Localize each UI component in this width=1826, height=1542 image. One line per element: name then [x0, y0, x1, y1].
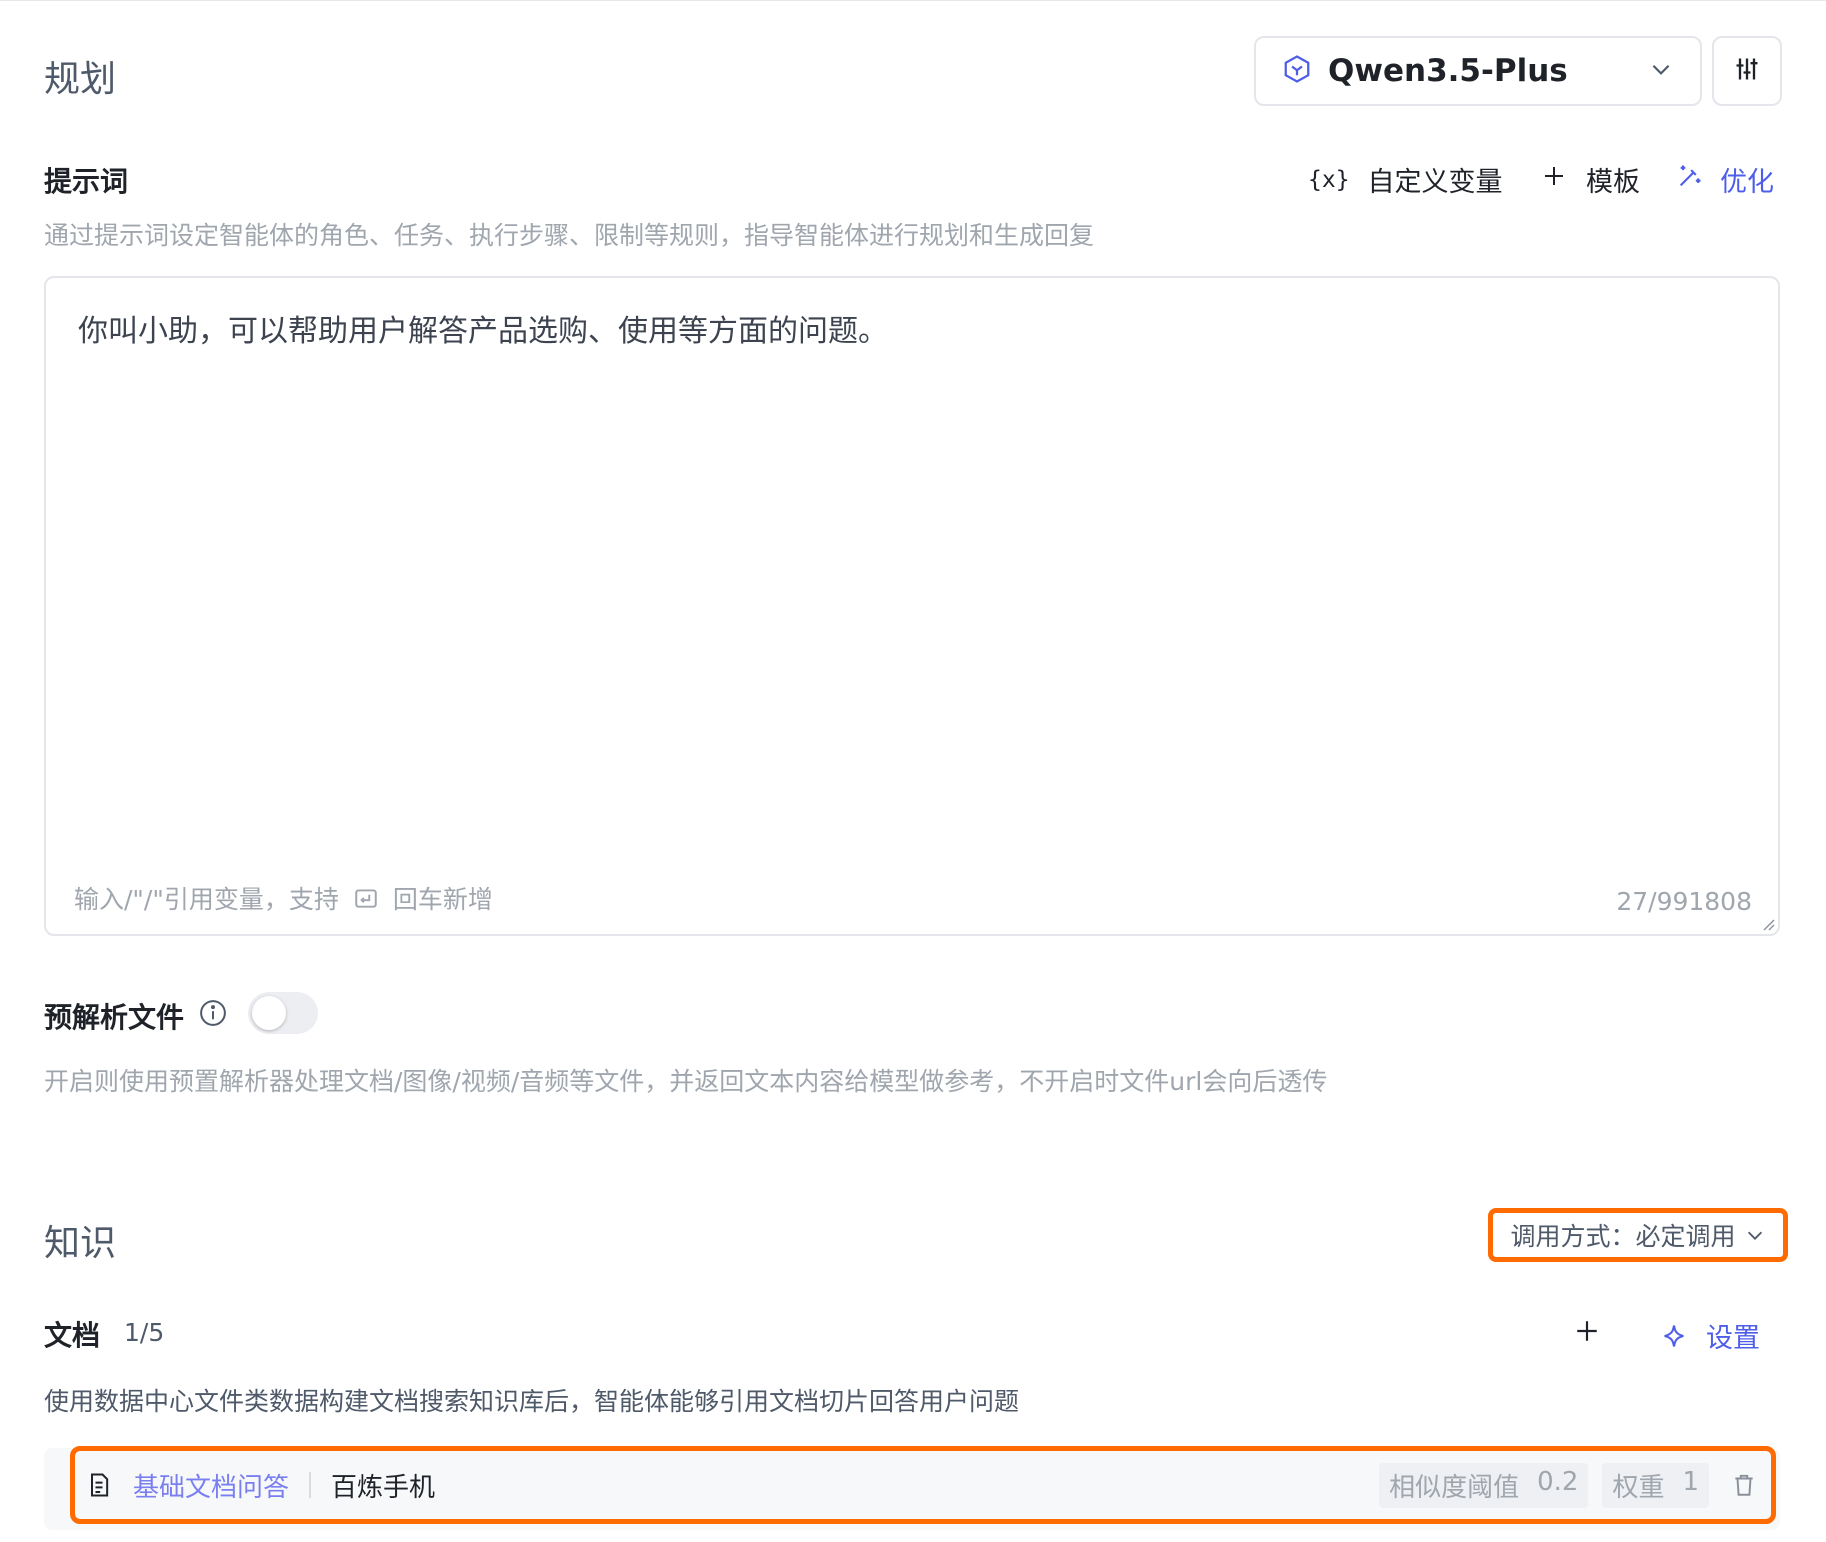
weight[interactable]: 权重 1 [1602, 1462, 1709, 1508]
docs-label: 文档 [44, 1319, 101, 1352]
document-icon [85, 1471, 113, 1499]
prompt-hint-suffix: 回车新增 [392, 885, 493, 914]
knowledge-title: 知识 [44, 1223, 117, 1264]
model-cube-icon [1282, 54, 1312, 88]
doc-type-link[interactable]: 基础文档问答 [133, 1467, 289, 1504]
docs-count: 1/5 [124, 1318, 165, 1347]
top-divider [0, 0, 1826, 1]
similarity-label: 相似度阈值 [1389, 1472, 1520, 1503]
chevron-down-icon [1648, 56, 1674, 86]
doc-name: 百炼手机 [331, 1472, 436, 1503]
prompt-textarea[interactable]: 你叫小助，可以帮助用户解答产品选购、使用等方面的问题。 输入/"/"引用变量，支… [44, 276, 1780, 936]
optimize-label: 优化 [1720, 167, 1774, 198]
model-select[interactable]: Qwen3.5-Plus [1254, 36, 1702, 106]
docs-settings-button[interactable]: 设置 [1660, 1316, 1760, 1355]
model-settings-button[interactable] [1712, 36, 1782, 106]
template-button[interactable]: 模板 [1542, 160, 1640, 199]
invoke-mode-select[interactable]: 调用方式：必定调用 [1488, 1208, 1788, 1262]
prompt-label: 提示词 [44, 165, 129, 198]
toggle-knob [252, 996, 286, 1030]
prompt-description: 通过提示词设定智能体的角色、任务、执行步骤、限制等规则，指导智能体进行规划和生成… [44, 221, 1095, 250]
info-icon[interactable] [198, 998, 228, 1032]
custom-variable-label: 自定义变量 [1367, 167, 1503, 198]
sliders-icon [1733, 55, 1761, 87]
character-count: 27/991808 [1616, 887, 1752, 916]
plus-icon [1542, 164, 1566, 195]
preparse-toggle[interactable] [248, 992, 318, 1034]
similarity-threshold[interactable]: 相似度阈值 0.2 [1379, 1462, 1589, 1508]
preparse-label: 预解析文件 [44, 1001, 185, 1034]
trash-icon[interactable] [1731, 1472, 1757, 1498]
prompt-value: 你叫小助，可以帮助用户解答产品选购、使用等方面的问题。 [78, 314, 888, 349]
invoke-mode-label: 调用方式：必定调用 [1510, 1222, 1736, 1251]
planning-title: 规划 [44, 59, 117, 100]
divider [309, 1472, 312, 1498]
enter-key-icon [353, 885, 379, 911]
docs-description: 使用数据中心文件类数据构建文档搜索知识库后，智能体能够引用文档切片回答用户问题 [44, 1387, 1020, 1416]
add-doc-button[interactable] [1574, 1318, 1600, 1348]
variable-icon: {x} [1308, 166, 1350, 193]
sparkle-icon [1660, 1322, 1688, 1350]
prompt-hint: 输入/"/"引用变量，支持 回车新增 [74, 880, 493, 916]
weight-label: 权重 [1612, 1472, 1665, 1503]
template-label: 模板 [1586, 167, 1640, 198]
similarity-value: 0.2 [1537, 1466, 1579, 1497]
custom-variable-button[interactable]: {x} 自定义变量 [1308, 160, 1503, 199]
magic-wand-icon [1676, 162, 1704, 197]
optimize-button[interactable]: 优化 [1676, 160, 1774, 199]
preparse-description: 开启则使用预置解析器处理文档/图像/视频/音频等文件，并返回文本内容给模型做参考… [44, 1067, 1328, 1096]
chevron-down-icon [1744, 1224, 1766, 1246]
prompt-hint-prefix: 输入/"/"引用变量，支持 [74, 885, 339, 914]
resize-handle[interactable] [1760, 916, 1776, 932]
weight-value: 1 [1682, 1466, 1699, 1497]
docs-settings-label: 设置 [1706, 1323, 1760, 1354]
doc-list-item[interactable]: 基础文档问答 百炼手机 相似度阈值 0.2 权重 1 [70, 1446, 1776, 1524]
model-name: Qwen3.5-Plus [1328, 53, 1568, 89]
